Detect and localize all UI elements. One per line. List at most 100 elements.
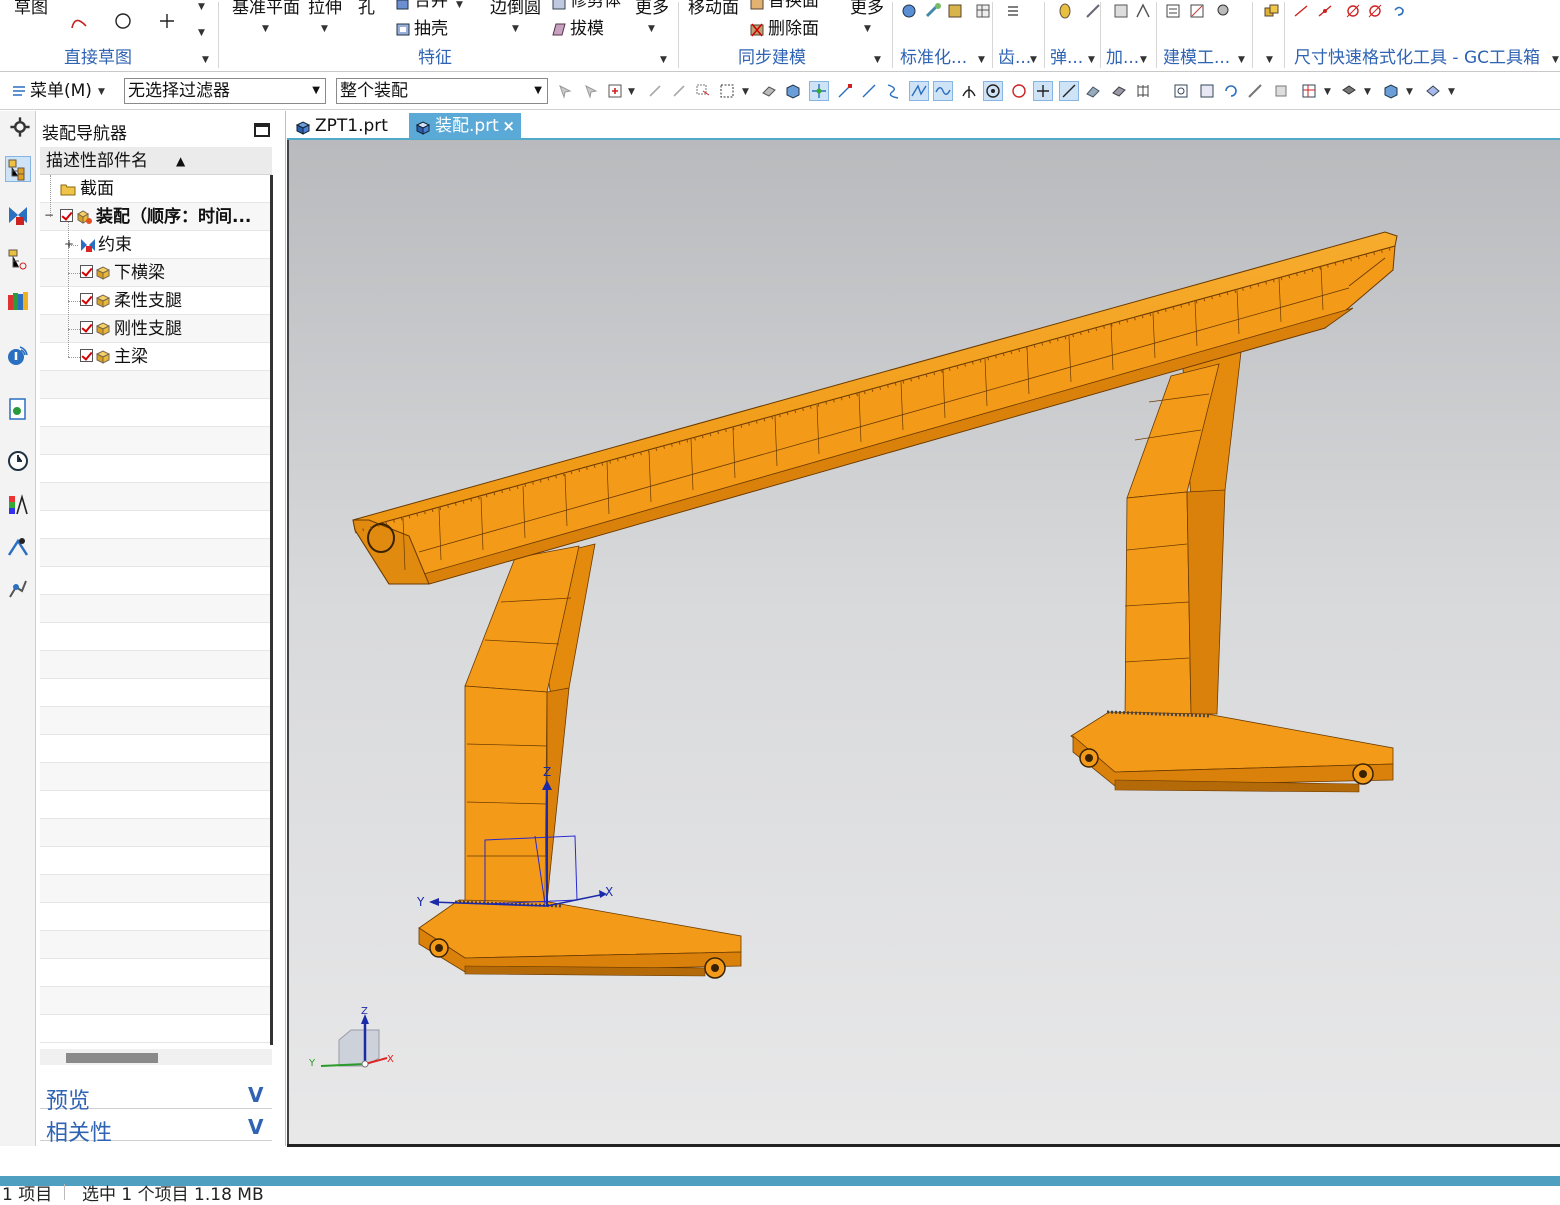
delete-face-button[interactable]: 删除面	[768, 19, 819, 39]
snap-control-icon[interactable]	[884, 82, 902, 100]
snap-on-face-icon[interactable]	[1084, 82, 1102, 100]
tree-item-flexible-leg[interactable]: 柔性支腿	[40, 287, 272, 315]
undo-format-icon[interactable]	[1390, 2, 1408, 20]
snap-arc-center-icon[interactable]	[983, 81, 1003, 101]
web-browser-icon[interactable]	[6, 343, 30, 367]
menu-button[interactable]: 菜单(M)	[30, 81, 92, 101]
sketch-button[interactable]: 草图	[14, 0, 48, 18]
system-scene-icon[interactable]	[6, 577, 30, 601]
group-standardize-arrow[interactable]: ▼	[978, 55, 985, 65]
visibility-checkbox[interactable]	[80, 349, 93, 362]
select-solid-icon[interactable]	[784, 82, 802, 100]
settings-icon[interactable]	[8, 115, 30, 137]
list-tool-icon[interactable]	[1004, 2, 1022, 20]
snap-intersection-icon[interactable]	[909, 81, 929, 101]
visualization-icon[interactable]	[6, 493, 30, 517]
modeling-tool-icon[interactable]	[1164, 2, 1182, 20]
snap-point-icon[interactable]	[809, 81, 829, 101]
more-feature-button[interactable]: 更多	[635, 0, 669, 18]
snap-end-icon[interactable]	[836, 82, 854, 100]
vertical-scrollbar[interactable]	[270, 175, 273, 1045]
render-style-dropdown[interactable]: ▼	[1364, 87, 1371, 97]
maximize-icon[interactable]	[254, 123, 270, 137]
orient-view-dropdown[interactable]: ▼	[1324, 87, 1331, 97]
library-icon[interactable]	[946, 2, 964, 20]
clock-icon[interactable]	[6, 449, 30, 473]
add-tool-2-icon[interactable]	[1134, 2, 1152, 20]
gallery-more-icon[interactable]: ▼	[198, 28, 205, 38]
extrude-dropdown[interactable]: ▼	[321, 24, 328, 34]
chevron-down-icon[interactable]: V	[248, 1083, 263, 1107]
tree-item-main-beam[interactable]: 主梁	[40, 343, 272, 371]
rectangle-select-icon[interactable]	[718, 82, 736, 100]
group-spring-arrow[interactable]: ▼	[1088, 55, 1095, 65]
render-style-icon[interactable]	[1340, 82, 1358, 100]
dimension-format-2-icon[interactable]	[1316, 2, 1334, 20]
visibility-checkbox[interactable]	[80, 265, 93, 278]
rigid-leg[interactable]	[1070, 351, 1394, 793]
graphics-viewport[interactable]: Z X Y Z X Y	[287, 140, 1560, 1144]
hole-button[interactable]: 孔	[358, 0, 375, 18]
expand-icon[interactable]: +	[64, 238, 74, 250]
orient-view-icon[interactable]	[1300, 82, 1318, 100]
extrude-button[interactable]: 拉伸	[308, 0, 342, 18]
tree-item-assembly[interactable]: − 装配（顺序：时间...	[40, 203, 272, 231]
group-feature-arrow[interactable]: ▼	[660, 55, 667, 65]
visibility-checkbox[interactable]	[80, 293, 93, 306]
group-overflow-arrow[interactable]: ▼	[1266, 55, 1273, 65]
constraint-navigator-icon[interactable]	[6, 203, 30, 227]
tab-zpt1[interactable]: ZPT1.prt	[289, 113, 405, 139]
role-icon[interactable]	[6, 535, 30, 559]
snap-existing-point-icon[interactable]	[1033, 81, 1053, 101]
menu-dropdown-icon[interactable]: ▼	[98, 87, 105, 97]
drawing-tool-icon[interactable]	[1188, 2, 1206, 20]
dependency-section[interactable]: 相关性 V	[40, 1111, 272, 1146]
tolerance-icon[interactable]	[1214, 2, 1232, 20]
group-add-arrow[interactable]: ▼	[1140, 55, 1147, 65]
shell-button[interactable]: 抽壳	[414, 19, 448, 39]
shaded-dropdown[interactable]: ▼	[1406, 87, 1413, 97]
snap-curve-icon[interactable]	[933, 81, 953, 101]
assembly-tool-icon[interactable]	[1262, 2, 1280, 20]
main-beam[interactable]	[352, 231, 1398, 585]
snap-bounded-icon[interactable]	[1110, 82, 1128, 100]
select-body-icon[interactable]	[582, 82, 600, 100]
preview-section[interactable]: 预览 V	[40, 1079, 272, 1114]
edge-blend-button[interactable]: 边倒圆	[490, 0, 541, 18]
perspective-icon[interactable]	[1272, 82, 1290, 100]
tab-assembly[interactable]: 装配.prt ×	[409, 113, 521, 139]
group-gear-arrow[interactable]: ▼	[1030, 55, 1037, 65]
flexible-leg[interactable]	[418, 543, 742, 979]
visibility-checkbox[interactable]	[60, 209, 73, 222]
tree-item-section[interactable]: 截面	[40, 175, 272, 203]
shaded-icon[interactable]	[1382, 82, 1400, 100]
more-feature-dropdown[interactable]: ▼	[648, 24, 655, 34]
history-document-icon[interactable]	[6, 397, 30, 421]
more-sync-dropdown[interactable]: ▼	[864, 24, 871, 34]
visibility-icon[interactable]	[1424, 82, 1442, 100]
selection-filter-select[interactable]: 无选择过滤器 ▼	[124, 78, 326, 104]
draft-button[interactable]: 拔模	[570, 19, 604, 39]
selection-scope-select[interactable]: 整个装配 ▼	[336, 78, 548, 104]
select-snap-2-icon[interactable]	[670, 82, 688, 100]
diameter-format-icon[interactable]	[1344, 2, 1362, 20]
snap-grid-icon[interactable]	[1134, 82, 1152, 100]
circle-icon[interactable]	[114, 12, 132, 30]
rectangle-select-dropdown[interactable]: ▼	[742, 87, 749, 97]
gallery-up-icon[interactable]: ▼	[198, 2, 205, 12]
sort-ascending-icon[interactable]: ▲	[176, 147, 185, 175]
curve-icon[interactable]	[70, 12, 88, 30]
tree-item-rigid-leg[interactable]: 刚性支腿	[40, 315, 272, 343]
scrollbar-thumb[interactable]	[66, 1053, 158, 1063]
table-tool-icon[interactable]	[974, 2, 992, 20]
dimension-format-icon[interactable]	[1292, 2, 1310, 20]
select-face-icon[interactable]	[760, 82, 778, 100]
tree-item-constraints[interactable]: + 约束	[40, 231, 272, 259]
collapse-icon[interactable]: −	[44, 209, 54, 221]
rotate-icon[interactable]	[1222, 82, 1240, 100]
unite-button[interactable]: 合并	[414, 0, 448, 11]
select-feature-icon[interactable]	[556, 82, 574, 100]
point-icon[interactable]	[158, 12, 176, 30]
horizontal-scrollbar[interactable]	[40, 1049, 272, 1065]
diameter-format-2-icon[interactable]	[1366, 2, 1384, 20]
